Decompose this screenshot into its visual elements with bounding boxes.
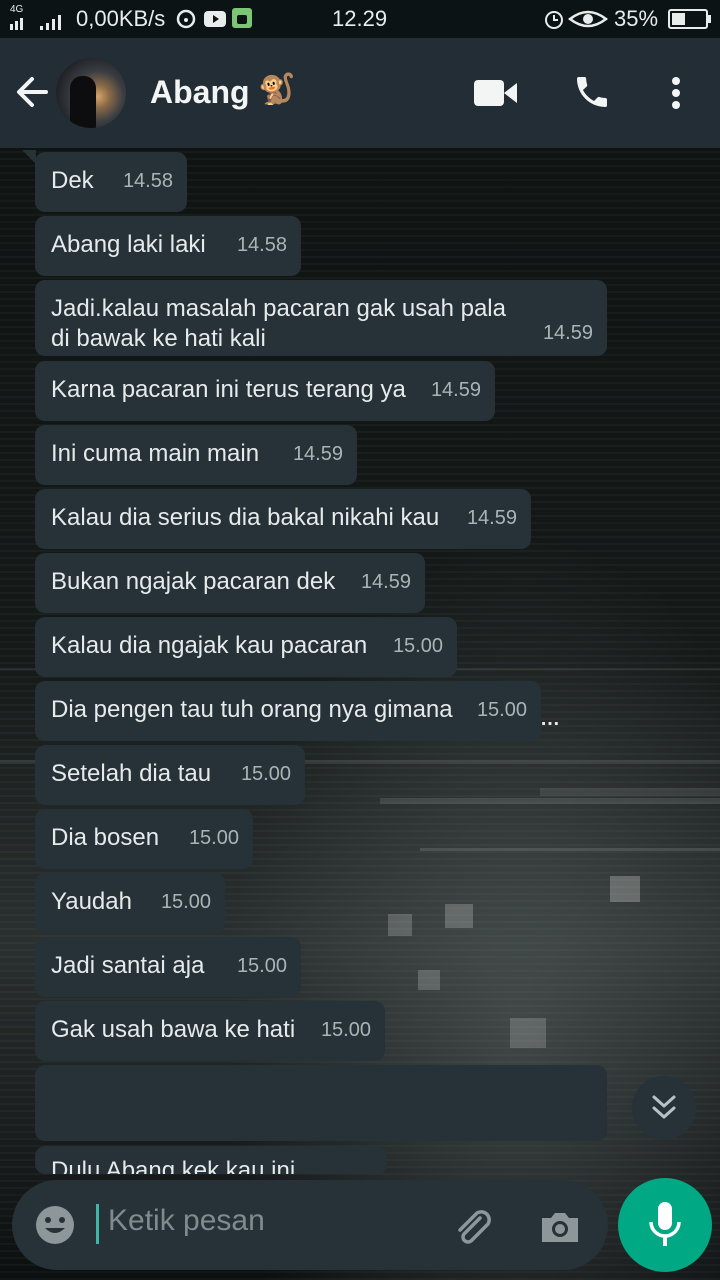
message-bubble[interactable]: Gak usah bawa ke hati 15.00 <box>35 1001 385 1061</box>
message-bubble[interactable]: Jadi santai aja 15.00 <box>35 937 301 997</box>
video-call-icon[interactable] <box>474 78 518 108</box>
message-bubble[interactable]: Abang laki laki 14.58 <box>35 216 301 276</box>
scroll-down-button[interactable] <box>632 1076 696 1140</box>
message-text: Karna pacaran ini terus terang ya <box>51 376 406 403</box>
more-vert-icon[interactable] <box>670 76 682 110</box>
monkey-emoji: 🐒 <box>258 73 296 106</box>
message-bubble[interactable]: Jadi.kalau masalah pacaran gak usah pala… <box>35 280 607 356</box>
avatar[interactable] <box>56 58 126 128</box>
microphone-icon <box>649 1202 681 1246</box>
message-bubble[interactable]: Dia pengen tau tuh orang nya gimana 15.0… <box>35 681 541 741</box>
data-speed: 0,00KB/s <box>76 6 166 31</box>
message-bubble[interactable]: Bukan ngajak pacaran dek 14.59 <box>35 553 425 613</box>
alarm-icon <box>545 11 563 29</box>
message-time: 15.00 <box>240 763 291 785</box>
message-bubble[interactable]: Ini cuma main main 14.59 <box>35 425 357 485</box>
signal-icon <box>10 15 61 30</box>
message-bubble[interactable]: Dia bosen 15.00 <box>35 809 253 869</box>
message-text: Kalau dia ngajak kau pacaran <box>51 632 368 659</box>
battery-level: 35% <box>614 6 659 31</box>
ellipsis-icon: … <box>540 708 560 730</box>
android-icon <box>232 8 252 28</box>
attach-icon[interactable] <box>450 1204 494 1248</box>
message-input[interactable]: Ketik pesan <box>108 1204 265 1238</box>
message-text: Dia pengen tau tuh orang nya gimana <box>51 696 453 723</box>
message-text: Dulu Abang kek kau ini <box>51 1157 296 1174</box>
message-time: 15.00 <box>476 699 527 721</box>
message-text: Kalau dia serius dia bakal nikahi kau <box>51 504 440 531</box>
eye-icon <box>568 10 608 28</box>
bubble-tail <box>22 150 36 164</box>
message-time: 14.59 <box>360 571 411 593</box>
message-time: 14.58 <box>236 234 287 256</box>
message-time: 14.59 <box>466 507 517 529</box>
emoji-icon[interactable] <box>34 1204 76 1246</box>
message-time: 15.00 <box>320 1019 371 1041</box>
message-time: 14.59 <box>542 322 593 344</box>
message-bubble[interactable]: Dulu Abang kek kau ini <box>35 1146 387 1174</box>
status-bar: 4G 0,00KB/s 12.29 35% <box>0 0 720 38</box>
message-bubble[interactable]: Yaudah 15.00 <box>35 873 225 933</box>
chat-header: Abang 🐒 <box>0 38 720 148</box>
message-bubble[interactable]: Setelah dia tau 15.00 <box>35 745 305 805</box>
message-time: 14.59 <box>292 443 343 465</box>
contact-name[interactable]: Abang <box>150 74 250 111</box>
message-bubble[interactable]: Dek 14.58 <box>35 152 187 212</box>
message-time: 15.00 <box>188 827 239 849</box>
message-time: 14.58 <box>122 170 173 192</box>
phone-call-icon[interactable] <box>572 72 612 112</box>
message-input-bar[interactable]: Ketik pesan <box>12 1180 608 1270</box>
message-time: 15.00 <box>392 635 443 657</box>
message-time: 15.00 <box>236 955 287 977</box>
clock: 12.29 <box>332 6 388 31</box>
steering-wheel-icon <box>176 9 196 29</box>
message-bubble[interactable]: Kalau dia ngajak kau pacaran 15.00 <box>35 617 457 677</box>
battery-icon <box>668 9 711 29</box>
message-bubble[interactable]: Karna pacaran ini terus terang ya 14.59 <box>35 361 495 421</box>
message-text: Jadi.kalau masalah pacaran gak usah pala… <box>51 295 506 352</box>
message-time: 15.00 <box>160 891 211 913</box>
message-text: Bukan ngajak pacaran dek <box>51 568 336 595</box>
message-time: 14.59 <box>430 379 481 401</box>
camera-icon[interactable] <box>538 1204 582 1248</box>
youtube-icon <box>204 11 226 27</box>
message-bubble[interactable]: Kalau dia serius dia bakal nikahi kau 14… <box>35 489 531 549</box>
text-caret <box>96 1204 99 1244</box>
message-bubble[interactable] <box>35 1065 607 1141</box>
back-arrow-icon[interactable] <box>12 72 52 112</box>
double-chevron-down-icon <box>652 1095 676 1119</box>
mic-button[interactable] <box>618 1178 712 1272</box>
